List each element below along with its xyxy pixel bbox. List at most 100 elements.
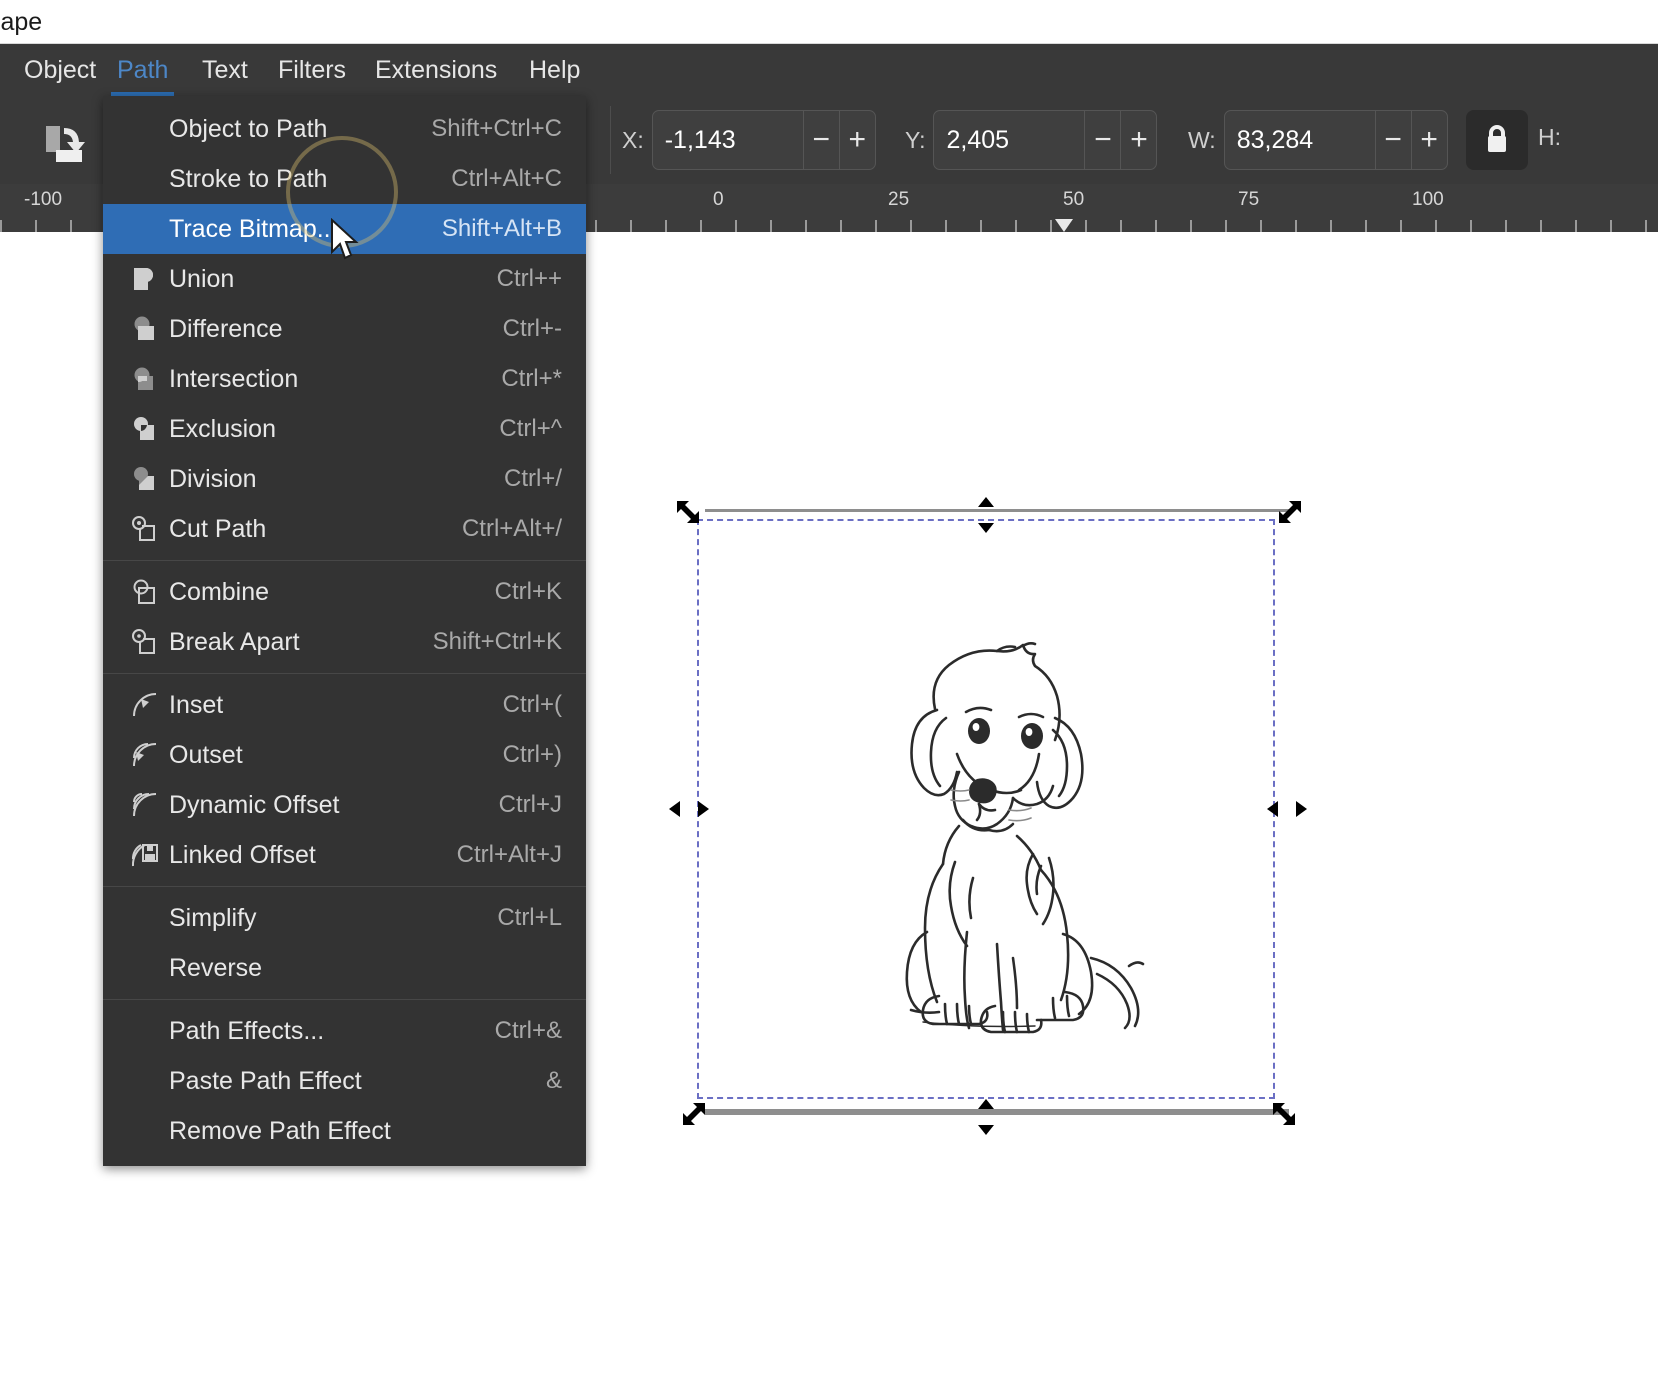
selection-handle-bottom-center[interactable] — [973, 1099, 999, 1135]
ruler-tick — [1190, 220, 1192, 232]
menu-item-label: Stroke to Path — [169, 164, 328, 193]
menu-item-label: Remove Path Effect — [169, 1116, 391, 1145]
ruler-tick — [1470, 220, 1472, 232]
menu-item-label: Dynamic Offset — [169, 790, 340, 819]
width-increment-button[interactable]: + — [1410, 111, 1447, 169]
menu-item-object-to-path[interactable]: Object to Path Shift+Ctrl+C — [103, 104, 586, 154]
dynamic-offset-icon — [121, 790, 169, 820]
cut-path-icon — [121, 514, 169, 544]
ruler-tick — [630, 220, 632, 232]
menu-item-outset[interactable]: Outset Ctrl+) — [103, 730, 586, 780]
path-menu-dropdown[interactable]: Object to Path Shift+Ctrl+C Stroke to Path… — [103, 96, 586, 1166]
menu-item-label: Combine — [169, 577, 270, 606]
toolbar-separator — [610, 106, 611, 174]
menu-path[interactable]: Path — [103, 44, 182, 96]
y-position-increment-button[interactable]: + — [1120, 111, 1156, 169]
inset-icon — [121, 690, 169, 720]
selection-handle-top-center[interactable] — [973, 497, 999, 533]
menu-item-shortcut: Ctrl+K — [494, 578, 562, 605]
puppy-line-art-bitmap[interactable] — [827, 614, 1167, 1034]
x-position-label: X: — [622, 126, 644, 153]
ruler-label: 0 — [713, 189, 724, 210]
linked-offset-icon — [121, 840, 169, 870]
menu-item-label: Inset — [169, 690, 224, 719]
selection-handle-top-right[interactable] — [1270, 498, 1304, 532]
division-icon — [121, 464, 169, 494]
menu-item-difference[interactable]: Difference Ctrl+- — [103, 304, 586, 354]
menu-text[interactable]: Text — [188, 44, 262, 96]
object-to-path-tool-icon[interactable] — [26, 104, 102, 176]
ruler-tick — [805, 220, 807, 232]
x-position-decrement-button[interactable]: − — [802, 111, 839, 169]
menu-item-shortcut: Ctrl+( — [502, 691, 562, 718]
selection-handle-right-center[interactable] — [1267, 796, 1307, 822]
menu-item-division[interactable]: Division Ctrl+/ — [103, 454, 586, 504]
menu-item-inset[interactable]: Inset Ctrl+( — [103, 680, 586, 730]
ruler-tick — [0, 220, 2, 232]
menu-item-break-apart[interactable]: Break Apart Shift+Ctrl+K — [103, 617, 586, 667]
menu-item-label: Trace Bitmap... — [169, 214, 338, 243]
outset-icon — [121, 740, 169, 770]
ruler-tick — [1295, 220, 1297, 232]
menu-separator — [103, 999, 586, 1000]
menu-item-combine[interactable]: Combine Ctrl+K — [103, 567, 586, 617]
selection-handle-bottom-left[interactable] — [674, 1100, 708, 1134]
x-position-increment-button[interactable]: + — [838, 111, 875, 169]
menu-item-shortcut: Shift+Ctrl+C — [431, 115, 562, 142]
selection-handle-left-center[interactable] — [669, 796, 709, 822]
menu-item-shortcut: Ctrl+/ — [503, 465, 562, 492]
ruler-tick — [1260, 220, 1262, 232]
y-position-spinbox[interactable]: 2,405− + — [933, 110, 1158, 170]
menu-item-shortcut: Ctrl++ — [496, 265, 562, 292]
menu-item-exclusion[interactable]: Exclusion Ctrl+^ — [103, 404, 586, 454]
width-input[interactable]: 83,284 — [1225, 111, 1375, 169]
y-position-decrement-button[interactable]: − — [1084, 111, 1120, 169]
menu-help[interactable]: Help — [515, 44, 594, 96]
ruler-tick — [945, 220, 947, 232]
menu-extensions[interactable]: Extensions — [361, 44, 511, 96]
menu-item-shortcut: & — [545, 1067, 562, 1094]
selection-handle-bottom-right[interactable] — [1270, 1100, 1304, 1134]
menu-item-label: Outset — [169, 740, 243, 769]
x-position-spinbox[interactable]: -1,143− + — [651, 110, 876, 170]
ruler-tick — [1330, 220, 1332, 232]
menu-item-simplify[interactable]: Simplify Ctrl+L — [103, 893, 586, 943]
menu-object[interactable]: Object — [10, 44, 110, 96]
y-position-input[interactable]: 2,405 — [934, 111, 1084, 169]
combine-icon — [121, 577, 169, 607]
menu-item-stroke-to-path[interactable]: Stroke to Path Ctrl+Alt+C — [103, 154, 586, 204]
ruler-tick — [1540, 220, 1542, 232]
menu-item-reverse[interactable]: Reverse — [103, 943, 586, 993]
menu-filters[interactable]: Filters — [264, 44, 360, 96]
menu-item-label: Break Apart — [169, 627, 300, 656]
ruler-position-marker — [1055, 219, 1073, 232]
menu-item-linked-offset[interactable]: Linked Offset Ctrl+Alt+J — [103, 830, 586, 880]
menu-item-dynamic-offset[interactable]: Dynamic Offset Ctrl+J — [103, 780, 586, 830]
menu-item-remove-path-effect[interactable]: Remove Path Effect — [103, 1106, 586, 1156]
ruler-tick — [1050, 220, 1052, 232]
x-position-group: X: -1,143− + — [622, 110, 876, 170]
ruler-label: -100 — [24, 189, 63, 210]
menu-separator — [103, 560, 586, 561]
menu-item-label: Object to Path — [169, 114, 328, 143]
menu-item-paste-path-effect[interactable]: Paste Path Effect & — [103, 1056, 586, 1106]
menu-item-label: Difference — [169, 314, 283, 343]
selection-handle-top-left[interactable] — [674, 498, 708, 532]
y-position-label: Y: — [905, 126, 926, 153]
width-decrement-button[interactable]: − — [1374, 111, 1411, 169]
menu-item-intersection[interactable]: Intersection Ctrl+* — [103, 354, 586, 404]
menu-separator — [103, 673, 586, 674]
menu-item-label: Linked Offset — [169, 840, 316, 869]
menu-item-label: Division — [169, 464, 257, 493]
menu-item-union[interactable]: Union Ctrl++ — [103, 254, 586, 304]
menu-item-path-effects[interactable]: Path Effects... Ctrl+& — [103, 1006, 586, 1056]
ruler-tick — [665, 220, 667, 232]
menu-item-trace-bitmap[interactable]: Trace Bitmap... Shift+Alt+B — [103, 204, 586, 254]
menu-item-cut-path[interactable]: Cut Path Ctrl+Alt+/ — [103, 504, 586, 554]
ruler-tick — [910, 220, 912, 232]
x-position-input[interactable]: -1,143 — [653, 111, 803, 169]
menu-item-shortcut: Ctrl+Alt+C — [451, 165, 562, 192]
width-spinbox[interactable]: 83,284− + — [1223, 110, 1448, 170]
lock-icon — [1488, 125, 1506, 152]
lock-aspect-ratio-button[interactable] — [1466, 110, 1528, 170]
